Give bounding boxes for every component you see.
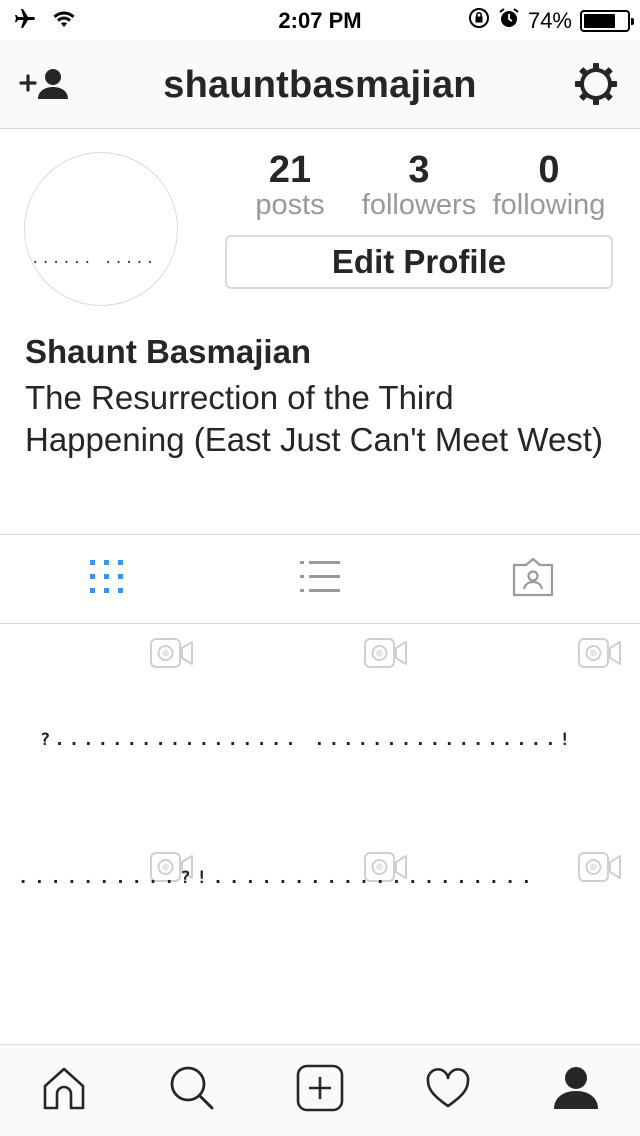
profile-bio: The Resurrection of the Third Happening … bbox=[25, 379, 603, 458]
profile-view-tabs bbox=[0, 534, 640, 624]
posts-grid: ?................. .................! ..… bbox=[0, 624, 640, 1044]
tab-profile[interactable] bbox=[512, 1045, 640, 1136]
profile-icon bbox=[552, 1066, 600, 1115]
activity-heart-icon bbox=[425, 1067, 471, 1114]
profile-stats: 21 posts 3 followers 0 following bbox=[226, 150, 614, 220]
stat-followers[interactable]: 3 followers bbox=[354, 150, 484, 220]
bottom-tab-bar bbox=[0, 1044, 640, 1136]
home-icon bbox=[41, 1066, 87, 1115]
search-icon bbox=[169, 1065, 215, 1116]
battery-level bbox=[584, 14, 616, 28]
avatar-image-text: ...... ..... bbox=[31, 251, 157, 267]
tab-grid[interactable] bbox=[0, 535, 213, 623]
list-icon bbox=[299, 560, 340, 598]
tab-list[interactable] bbox=[213, 535, 426, 623]
status-right: 74% bbox=[468, 7, 634, 35]
tab-tagged[interactable] bbox=[427, 535, 640, 623]
followers-count: 3 bbox=[408, 149, 430, 191]
status-bar: 2:07 PM 74% bbox=[0, 0, 640, 40]
page-title: shauntbasmajian bbox=[163, 64, 477, 106]
tab-home[interactable] bbox=[0, 1045, 128, 1136]
profile-name: Shaunt Basmajian bbox=[25, 333, 312, 370]
video-camera-icon bbox=[150, 638, 194, 675]
edit-profile-button[interactable]: Edit Profile bbox=[225, 235, 613, 289]
video-camera-icon bbox=[578, 852, 622, 889]
tab-activity[interactable] bbox=[384, 1045, 512, 1136]
followers-label: followers bbox=[361, 189, 477, 221]
video-camera-icon bbox=[364, 638, 408, 675]
avatar[interactable]: ...... ..... bbox=[24, 152, 178, 306]
grid-icon bbox=[89, 559, 124, 599]
nav-bar: shauntbasmajian bbox=[0, 40, 640, 129]
alarm-icon bbox=[498, 7, 520, 35]
posts-label: posts bbox=[255, 189, 325, 221]
post-caption-text: ..........?!.................... bbox=[18, 868, 538, 888]
gear-icon bbox=[573, 61, 619, 112]
settings-button[interactable] bbox=[568, 62, 624, 110]
post-caption-text: ?................. .................! bbox=[40, 730, 575, 750]
battery-percent: 74% bbox=[527, 8, 572, 33]
stat-following[interactable]: 0 following bbox=[484, 150, 614, 220]
battery-icon bbox=[580, 10, 634, 32]
video-camera-icon bbox=[578, 638, 622, 675]
orientation-lock-icon bbox=[468, 7, 490, 35]
following-label: following bbox=[492, 189, 606, 221]
tab-search[interactable] bbox=[128, 1045, 256, 1136]
tagged-photos-icon bbox=[512, 557, 554, 602]
stat-posts[interactable]: 21 posts bbox=[226, 150, 354, 220]
posts-count: 21 bbox=[268, 149, 312, 191]
following-count: 0 bbox=[538, 149, 560, 191]
add-post-icon bbox=[296, 1064, 344, 1117]
tab-new-post[interactable] bbox=[256, 1045, 384, 1136]
